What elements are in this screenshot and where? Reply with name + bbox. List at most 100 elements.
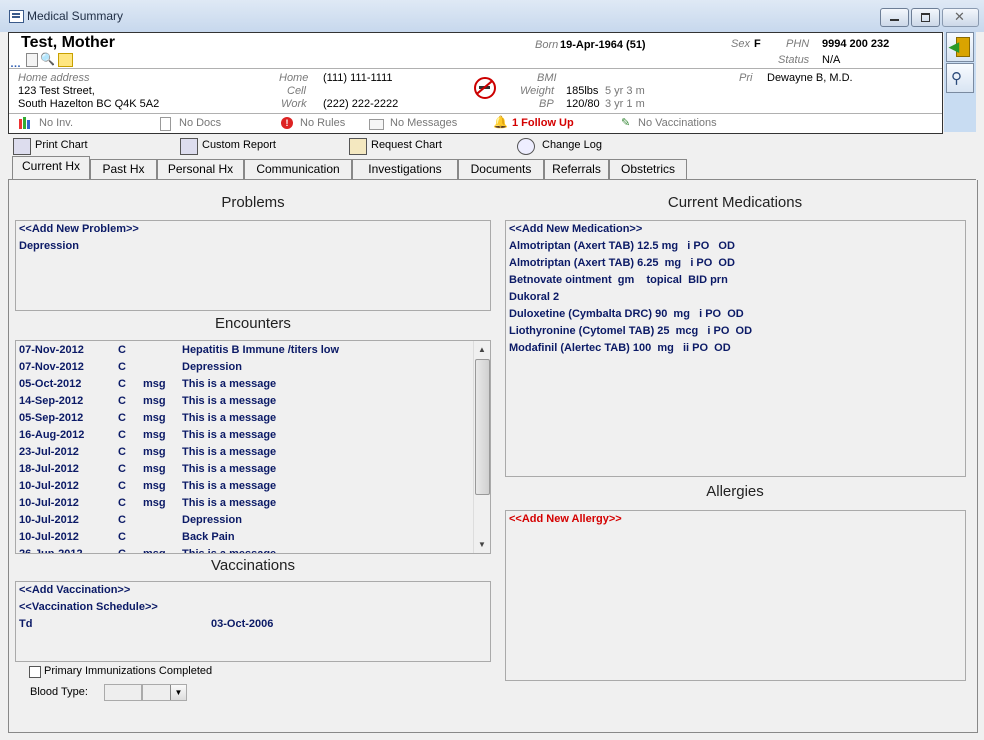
tab-personal-hx[interactable]: Personal Hx xyxy=(157,159,244,179)
encounter-row[interactable]: 10-Jul-2012 C Depression xyxy=(16,512,472,529)
messages-icon xyxy=(369,119,384,130)
blood-type-field[interactable] xyxy=(104,684,142,701)
patient-name[interactable]: Test, Mother xyxy=(21,34,115,52)
tab-documents[interactable]: Documents xyxy=(458,159,544,179)
encounter-row[interactable]: 10-Jul-2012 Cmsg This is a message xyxy=(16,495,472,512)
encounter-type: C xyxy=(118,361,126,373)
search-icon[interactable]: 🔍 xyxy=(40,52,55,66)
request-chart-label: Request Chart xyxy=(371,139,442,151)
encounter-row[interactable]: 07-Nov-2012 C Hepatitis B Immune /titers l… xyxy=(16,342,472,359)
encounter-tag: msg xyxy=(143,497,166,509)
encounter-row[interactable]: 07-Nov-2012 C Depression xyxy=(16,359,472,376)
medication-item[interactable]: Liothyronine (Cytomel TAB) 25 mcg i PO O… xyxy=(509,325,752,337)
born-value: 19-Apr-1964 (51) xyxy=(560,39,646,51)
encounter-date: 26-Jun-2012 xyxy=(19,548,83,554)
binoculars-icon: ⚲ xyxy=(951,70,962,87)
scroll-down-icon[interactable]: ▼ xyxy=(478,540,486,549)
tab-current-hx[interactable]: Current Hx xyxy=(12,156,90,180)
print-chart-button[interactable]: Print Chart xyxy=(13,138,93,156)
vaccination-name[interactable]: Td xyxy=(19,618,32,630)
printer-icon xyxy=(13,138,31,155)
encounter-tag: msg xyxy=(143,395,166,407)
weight-label: Weight xyxy=(520,85,555,97)
encounter-date: 05-Sep-2012 xyxy=(19,412,84,424)
encounter-type: C xyxy=(118,344,126,356)
investigations-alert[interactable]: No Inv. xyxy=(39,117,73,129)
encounter-row[interactable]: 14-Sep-2012 Cmsg This is a message xyxy=(16,393,472,410)
encounter-row[interactable]: 16-Aug-2012 Cmsg This is a message xyxy=(16,427,472,444)
clock-icon xyxy=(517,138,535,155)
encounter-date: 23-Jul-2012 xyxy=(19,446,79,458)
encounter-desc: This is a message xyxy=(182,497,277,509)
encounter-row[interactable]: 10-Jul-2012 C Back Pain xyxy=(16,529,472,546)
encounters-scrollbar[interactable]: ▲ ▼ xyxy=(473,341,490,553)
encounter-row[interactable]: 10-Jul-2012 Cmsg This is a message xyxy=(16,478,472,495)
maximize-button[interactable] xyxy=(911,8,940,27)
scroll-thumb[interactable] xyxy=(475,359,490,495)
add-vaccination-link[interactable]: <<Add Vaccination>> xyxy=(19,584,130,596)
medication-item[interactable]: Betnovate ointment gm topical BID prn xyxy=(509,274,728,286)
encounter-row[interactable]: 18-Jul-2012 Cmsg This is a message xyxy=(16,461,472,478)
encounter-row[interactable]: 05-Oct-2012 Cmsg This is a message xyxy=(16,376,472,393)
encounter-desc: This is a message xyxy=(182,463,277,475)
encounter-type: C xyxy=(118,480,126,492)
add-medication-link[interactable]: <<Add New Medication>> xyxy=(509,223,642,235)
medication-item[interactable]: Almotriptan (Axert TAB) 6.25 mg i PO OD xyxy=(509,257,735,269)
bp-age: 3 yr 1 m xyxy=(605,98,645,110)
encounter-row[interactable]: 05-Sep-2012 Cmsg This is a message xyxy=(16,410,472,427)
close-button[interactable]: ✕ xyxy=(942,8,979,27)
allergies-title: Allergies xyxy=(706,483,764,500)
blood-type-rh-select[interactable]: ▼ xyxy=(142,684,187,701)
address-line1: 123 Test Street, xyxy=(18,85,95,97)
vaccinations-alert[interactable]: No Vaccinations xyxy=(638,117,717,129)
medication-item[interactable]: Almotriptan (Axert TAB) 12.5 mg i PO OD xyxy=(509,240,735,252)
tab-obstetrics[interactable]: Obstetrics xyxy=(609,159,687,179)
pri-value: Dewayne B, M.D. xyxy=(767,72,853,84)
encounter-row[interactable]: 23-Jul-2012 Cmsg This is a message xyxy=(16,444,472,461)
note-icon[interactable] xyxy=(58,53,73,67)
encounter-type: C xyxy=(118,429,126,441)
encounter-type: C xyxy=(118,378,126,390)
medication-item[interactable]: Modafinil (Alertec TAB) 100 mg ii PO OD xyxy=(509,342,731,354)
encounters-panel: 07-Nov-2012 C Hepatitis B Immune /titers l… xyxy=(15,340,491,554)
rules-alert[interactable]: No Rules xyxy=(300,117,345,129)
patient-icons: … 🔍 xyxy=(9,52,79,70)
encounter-tag: msg xyxy=(143,429,166,441)
encounter-tag: msg xyxy=(143,378,166,390)
print-chart-label: Print Chart xyxy=(35,139,88,151)
window-icon xyxy=(9,10,24,23)
custom-report-button[interactable]: Custom Report xyxy=(180,138,280,156)
tab-communication[interactable]: Communication xyxy=(244,159,352,179)
rules-icon: ! xyxy=(281,117,293,129)
title-bar: Medical Summary ✕ xyxy=(0,0,984,32)
minimize-button[interactable] xyxy=(880,8,909,27)
scroll-up-icon[interactable]: ▲ xyxy=(478,345,486,354)
alerts-divider xyxy=(9,113,942,114)
exit-button[interactable]: ◀ xyxy=(946,32,974,62)
find-button[interactable]: ⚲ xyxy=(946,63,974,93)
bmi-label: BMI xyxy=(537,72,557,84)
vaccination-schedule-link[interactable]: <<Vaccination Schedule>> xyxy=(19,601,158,613)
problem-item[interactable]: Depression xyxy=(19,240,79,252)
primary-immunizations-label: Primary Immunizations Completed xyxy=(44,665,213,677)
docs-alert[interactable]: No Docs xyxy=(179,117,221,129)
tab-past-hx[interactable]: Past Hx xyxy=(90,159,157,179)
followup-alert[interactable]: 1 Follow Up xyxy=(512,117,574,129)
medication-item[interactable]: Duloxetine (Cymbalta DRC) 90 mg i PO OD xyxy=(509,308,744,320)
messages-alert[interactable]: No Messages xyxy=(390,117,457,129)
medication-item[interactable]: Dukoral 2 xyxy=(509,291,559,303)
chevron-down-icon[interactable]: ▼ xyxy=(170,685,186,700)
vaccination-date[interactable]: 03-Oct-2006 xyxy=(211,618,273,630)
tab-referrals[interactable]: Referrals xyxy=(544,159,609,179)
request-chart-button[interactable]: Request Chart xyxy=(349,138,449,156)
document-icon[interactable] xyxy=(26,53,38,67)
change-log-button[interactable]: Change Log xyxy=(517,138,607,156)
encounter-row[interactable]: 26-Jun-2012 Cmsg This is a message xyxy=(16,546,472,554)
primary-immunizations-checkbox[interactable] xyxy=(29,666,41,678)
add-problem-link[interactable]: <<Add New Problem>> xyxy=(19,223,139,235)
header-divider xyxy=(9,68,942,69)
tab-investigations[interactable]: Investigations xyxy=(352,159,458,179)
encounter-date: 14-Sep-2012 xyxy=(19,395,84,407)
encounters-title: Encounters xyxy=(215,315,291,332)
add-allergy-link[interactable]: <<Add New Allergy>> xyxy=(509,513,622,525)
